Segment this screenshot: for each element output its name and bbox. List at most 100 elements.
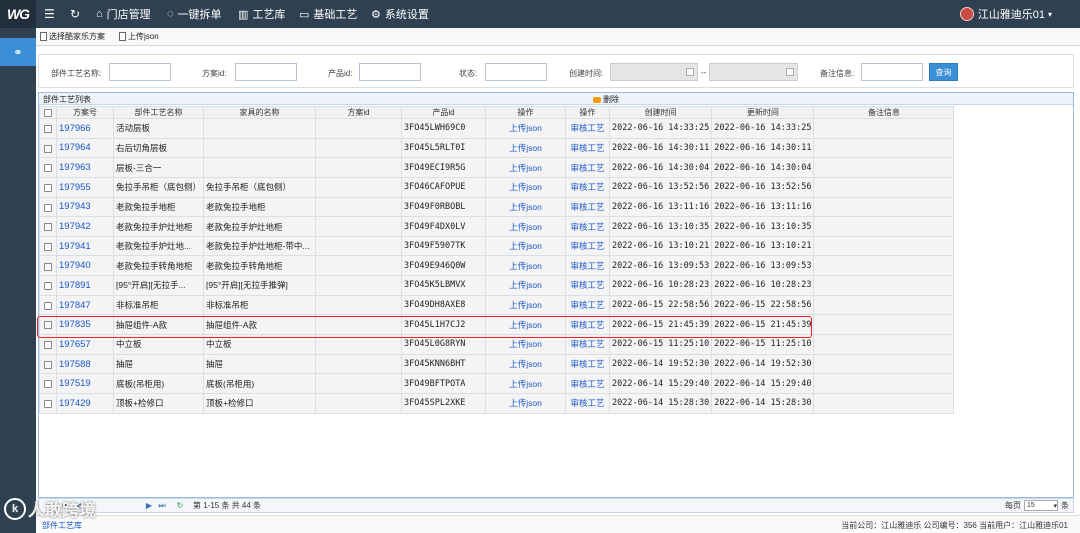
- status-select[interactable]: [485, 63, 547, 81]
- table-row[interactable]: 197519 底板(吊柜用) 底板(吊柜用) 3FO49BFTPOTA 上传json 审核…: [39, 373, 955, 394]
- user-menu[interactable]: 江山雅迪乐01 ▾: [959, 6, 1052, 22]
- menu-icon[interactable]: ☰: [44, 7, 55, 21]
- note-input[interactable]: [861, 63, 923, 81]
- col-header-operation[interactable]: 操作: [485, 106, 567, 119]
- row-checkbox[interactable]: [39, 235, 57, 257]
- table-row[interactable]: 197963 层板-三合一 3FO49ECI9R5G 上传json 审核工艺 2022-0…: [39, 157, 955, 178]
- review-craft-link[interactable]: 审核工艺: [565, 334, 611, 355]
- search-button[interactable]: 查询: [929, 63, 958, 81]
- row-checkbox[interactable]: [39, 118, 57, 139]
- upload-json-link[interactable]: 上传json: [485, 157, 567, 178]
- table-row[interactable]: 197942 老款免拉手炉灶地柜 老款免拉手炉灶地柜 3FO49F4DX0LV 上传js…: [39, 216, 955, 237]
- upload-json-link[interactable]: 上传json: [485, 235, 567, 257]
- table-row[interactable]: 197966 活动层板 3FO45LWH69C0 上传json 审核工艺 2022-06-…: [39, 118, 955, 139]
- refresh-icon[interactable]: ↻: [70, 7, 80, 21]
- row-scheme-no[interactable]: 197519: [56, 373, 114, 394]
- calendar-icon[interactable]: [786, 68, 794, 76]
- row-scheme-no[interactable]: 197943: [56, 196, 114, 218]
- scheme-id-input[interactable]: [235, 63, 297, 81]
- row-checkbox[interactable]: [39, 314, 57, 336]
- row-scheme-no[interactable]: 197942: [56, 216, 114, 237]
- upload-json-link[interactable]: 上传json: [485, 353, 567, 375]
- table-row[interactable]: 197941 老款免拉手炉灶地... 老款免拉手炉灶地柜-带中... 3FO49F59…: [39, 235, 955, 257]
- col-header-created[interactable]: 创建时间: [609, 106, 713, 119]
- row-checkbox[interactable]: [39, 196, 57, 218]
- table-row[interactable]: 197588 抽屉 抽屉 3FO45KNN6BHT 上传json 审核工艺 2022-06-…: [39, 353, 955, 375]
- select-scheme-button[interactable]: 选择酷家乐方案: [40, 31, 105, 42]
- created-start-input[interactable]: [610, 63, 698, 81]
- row-checkbox[interactable]: [39, 373, 57, 394]
- col-header-updated[interactable]: 更新时间: [711, 106, 815, 119]
- table-row[interactable]: 197964 右后切角层板 3FO45L5RLT0I 上传json 审核工艺 2022-0…: [39, 137, 955, 159]
- col-header-scheme-id[interactable]: 方案id: [315, 106, 403, 119]
- sidebar-item-craft[interactable]: ⚭: [0, 38, 36, 66]
- upload-json-link[interactable]: 上传json: [485, 294, 567, 316]
- table-row[interactable]: 197891 [95°开启][无拉手... [95°开启][无拉手推弹] 3FO45K…: [39, 275, 955, 296]
- nav-item-stores[interactable]: ⌂ 门店管理: [96, 6, 151, 22]
- row-checkbox[interactable]: [39, 334, 57, 355]
- row-checkbox[interactable]: [39, 137, 57, 159]
- upload-json-link[interactable]: 上传json: [485, 255, 567, 277]
- part-name-input[interactable]: [109, 63, 171, 81]
- upload-json-link[interactable]: 上传json: [485, 176, 567, 198]
- row-checkbox[interactable]: [39, 275, 57, 296]
- table-row[interactable]: 197429 顶板+检修口 顶板+检修口 3FO45SPL2XKE 上传json 审核工艺…: [39, 392, 955, 414]
- review-craft-link[interactable]: 审核工艺: [565, 235, 611, 257]
- delete-button[interactable]: 删除: [593, 94, 619, 105]
- table-row[interactable]: 197940 老款免拉手转角地柜 老款免拉手转角地柜 3FO49E946Q0W 上传js…: [39, 255, 955, 277]
- row-checkbox[interactable]: [39, 392, 57, 414]
- col-header-product-id[interactable]: 产品id: [401, 106, 487, 119]
- row-scheme-no[interactable]: 197955: [56, 176, 114, 198]
- row-scheme-no[interactable]: 197657: [56, 334, 114, 355]
- last-page-icon[interactable]: ⏭: [157, 501, 167, 510]
- row-checkbox[interactable]: [39, 157, 57, 178]
- row-checkbox[interactable]: [39, 353, 57, 375]
- row-scheme-no[interactable]: 197835: [56, 314, 114, 336]
- review-craft-link[interactable]: 审核工艺: [565, 314, 611, 336]
- table-row[interactable]: 197943 老款免拉手地柜 老款免拉手地柜 3FO49F0RBOBL 上传json 审核…: [39, 196, 955, 218]
- row-checkbox[interactable]: [39, 176, 57, 198]
- nav-item-split-order[interactable]: ◌ 一键拆单: [167, 6, 222, 22]
- upload-json-link[interactable]: 上传json: [485, 137, 567, 159]
- review-craft-link[interactable]: 审核工艺: [565, 392, 611, 414]
- review-craft-link[interactable]: 审核工艺: [565, 196, 611, 218]
- upload-json-link[interactable]: 上传json: [485, 118, 567, 139]
- page-size-select[interactable]: 15 ▾: [1024, 500, 1058, 511]
- review-craft-link[interactable]: 审核工艺: [565, 216, 611, 237]
- table-row[interactable]: 197955 免拉手吊柜（底包侧） 免拉手吊柜（底包侧） 3FO46CAFOPUE 上传…: [39, 176, 955, 198]
- status-tab[interactable]: 部件工艺库: [42, 520, 82, 531]
- review-craft-link[interactable]: 审核工艺: [565, 157, 611, 178]
- row-scheme-no[interactable]: 197847: [56, 294, 114, 316]
- row-scheme-no[interactable]: 197891: [56, 275, 114, 296]
- table-row[interactable]: 197847 非标准吊柜 非标准吊柜 3FO49DH8AXE8 上传json 审核工艺 20…: [39, 294, 955, 316]
- col-header-scheme-no[interactable]: 方案号: [56, 106, 114, 119]
- upload-json-link[interactable]: 上传json: [485, 334, 567, 355]
- reload-icon[interactable]: ↻: [175, 501, 185, 510]
- row-scheme-no[interactable]: 197940: [56, 255, 114, 277]
- created-end-input[interactable]: [709, 63, 798, 81]
- review-craft-link[interactable]: 审核工艺: [565, 118, 611, 139]
- row-scheme-no[interactable]: 197429: [56, 392, 114, 414]
- col-header-note[interactable]: 备注信息: [813, 106, 955, 119]
- review-craft-link[interactable]: 审核工艺: [565, 373, 611, 394]
- row-checkbox[interactable]: [39, 294, 57, 316]
- review-craft-link[interactable]: 审核工艺: [565, 275, 611, 296]
- col-header-part-name[interactable]: 部件工艺名称: [112, 106, 205, 119]
- review-craft-link[interactable]: 审核工艺: [565, 176, 611, 198]
- select-all-checkbox[interactable]: [39, 106, 57, 119]
- table-row[interactable]: 197657 中立板 中立板 3FO45L0G8RYN 上传json 审核工艺 2022-0…: [39, 334, 955, 355]
- row-scheme-no[interactable]: 197941: [56, 235, 114, 257]
- calendar-icon[interactable]: [686, 68, 694, 76]
- row-checkbox[interactable]: [39, 255, 57, 277]
- col-header-operation-2[interactable]: 操作: [565, 106, 611, 119]
- review-craft-link[interactable]: 审核工艺: [565, 137, 611, 159]
- next-page-icon[interactable]: ▶: [144, 501, 154, 510]
- table-row[interactable]: 197835 抽屉组件-A款 抽屉组件-A款 3FO45L1H7CJ2 上传json 审核…: [39, 314, 955, 336]
- upload-json-link[interactable]: 上传json: [485, 196, 567, 218]
- upload-json-link[interactable]: 上传json: [485, 392, 567, 414]
- row-scheme-no[interactable]: 197966: [56, 118, 114, 139]
- nav-item-craft-library[interactable]: ▥ 工艺库: [238, 6, 285, 22]
- row-checkbox[interactable]: [39, 216, 57, 237]
- row-scheme-no[interactable]: 197964: [56, 137, 114, 159]
- review-craft-link[interactable]: 审核工艺: [565, 255, 611, 277]
